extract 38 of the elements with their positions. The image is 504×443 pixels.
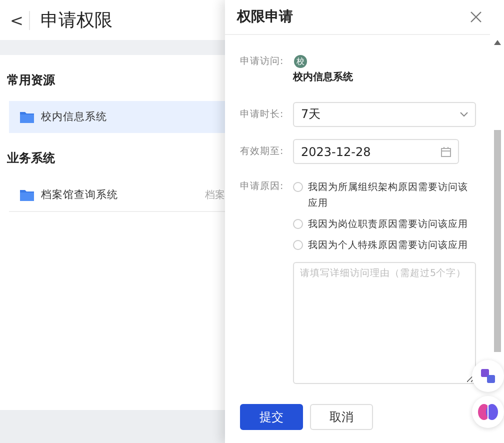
chevron-down-icon <box>460 112 468 117</box>
resource-description: 档案 <box>205 188 225 202</box>
radio-button[interactable] <box>293 219 303 229</box>
resource-name: 档案馆查询系统 <box>41 188 118 202</box>
back-button[interactable]: < <box>10 10 30 30</box>
radio-button[interactable] <box>293 182 303 192</box>
close-icon[interactable] <box>470 11 482 23</box>
section-title: 常用资源 <box>6 72 56 89</box>
brain-icon <box>478 403 498 421</box>
section-title: 业务系统 <box>6 150 56 167</box>
radio-label[interactable]: 我因为个人特殊原因需要访问该应用 <box>308 238 468 254</box>
resource-item[interactable]: 档案馆查询系统 档案 <box>9 179 225 212</box>
scrollbar-thumb[interactable] <box>494 130 500 352</box>
duration-select[interactable]: 7天 <box>293 102 476 127</box>
field-label: 申请时长: <box>240 108 284 121</box>
drawer-title: 权限申请 <box>237 8 293 26</box>
field-label: 有效期至: <box>240 145 284 158</box>
scroll-up-icon[interactable] <box>494 40 500 45</box>
date-field[interactable]: 2023-12-28 <box>293 139 459 164</box>
reason-textarea[interactable]: 请填写详细访问理由（需超过5个字） <box>293 262 476 384</box>
app-name: 校内信息系统 <box>293 70 354 84</box>
field-label: 申请访问: <box>240 55 284 68</box>
translate-button[interactable] <box>472 360 504 392</box>
radio-button[interactable] <box>293 240 303 250</box>
calendar-icon <box>441 146 451 156</box>
translate-icon <box>480 368 496 384</box>
app-avatar: 校 <box>294 55 307 68</box>
ai-assistant-button[interactable] <box>472 396 504 428</box>
submit-button[interactable]: 提交 <box>240 404 303 430</box>
resource-name: 校内信息系统 <box>41 110 107 124</box>
resource-item[interactable]: 校内信息系统 <box>9 101 225 133</box>
radio-label[interactable]: 我因为岗位职责原因需要访问该应用 <box>308 217 468 233</box>
folder-icon <box>20 189 34 201</box>
folder-icon <box>20 111 34 123</box>
radio-label[interactable]: 我因为所属组织架构原因需要访问该应用 <box>308 180 476 212</box>
page-title: 申请权限 <box>40 9 112 32</box>
cancel-button[interactable]: 取消 <box>310 404 373 430</box>
field-label: 申请原因: <box>240 180 284 193</box>
